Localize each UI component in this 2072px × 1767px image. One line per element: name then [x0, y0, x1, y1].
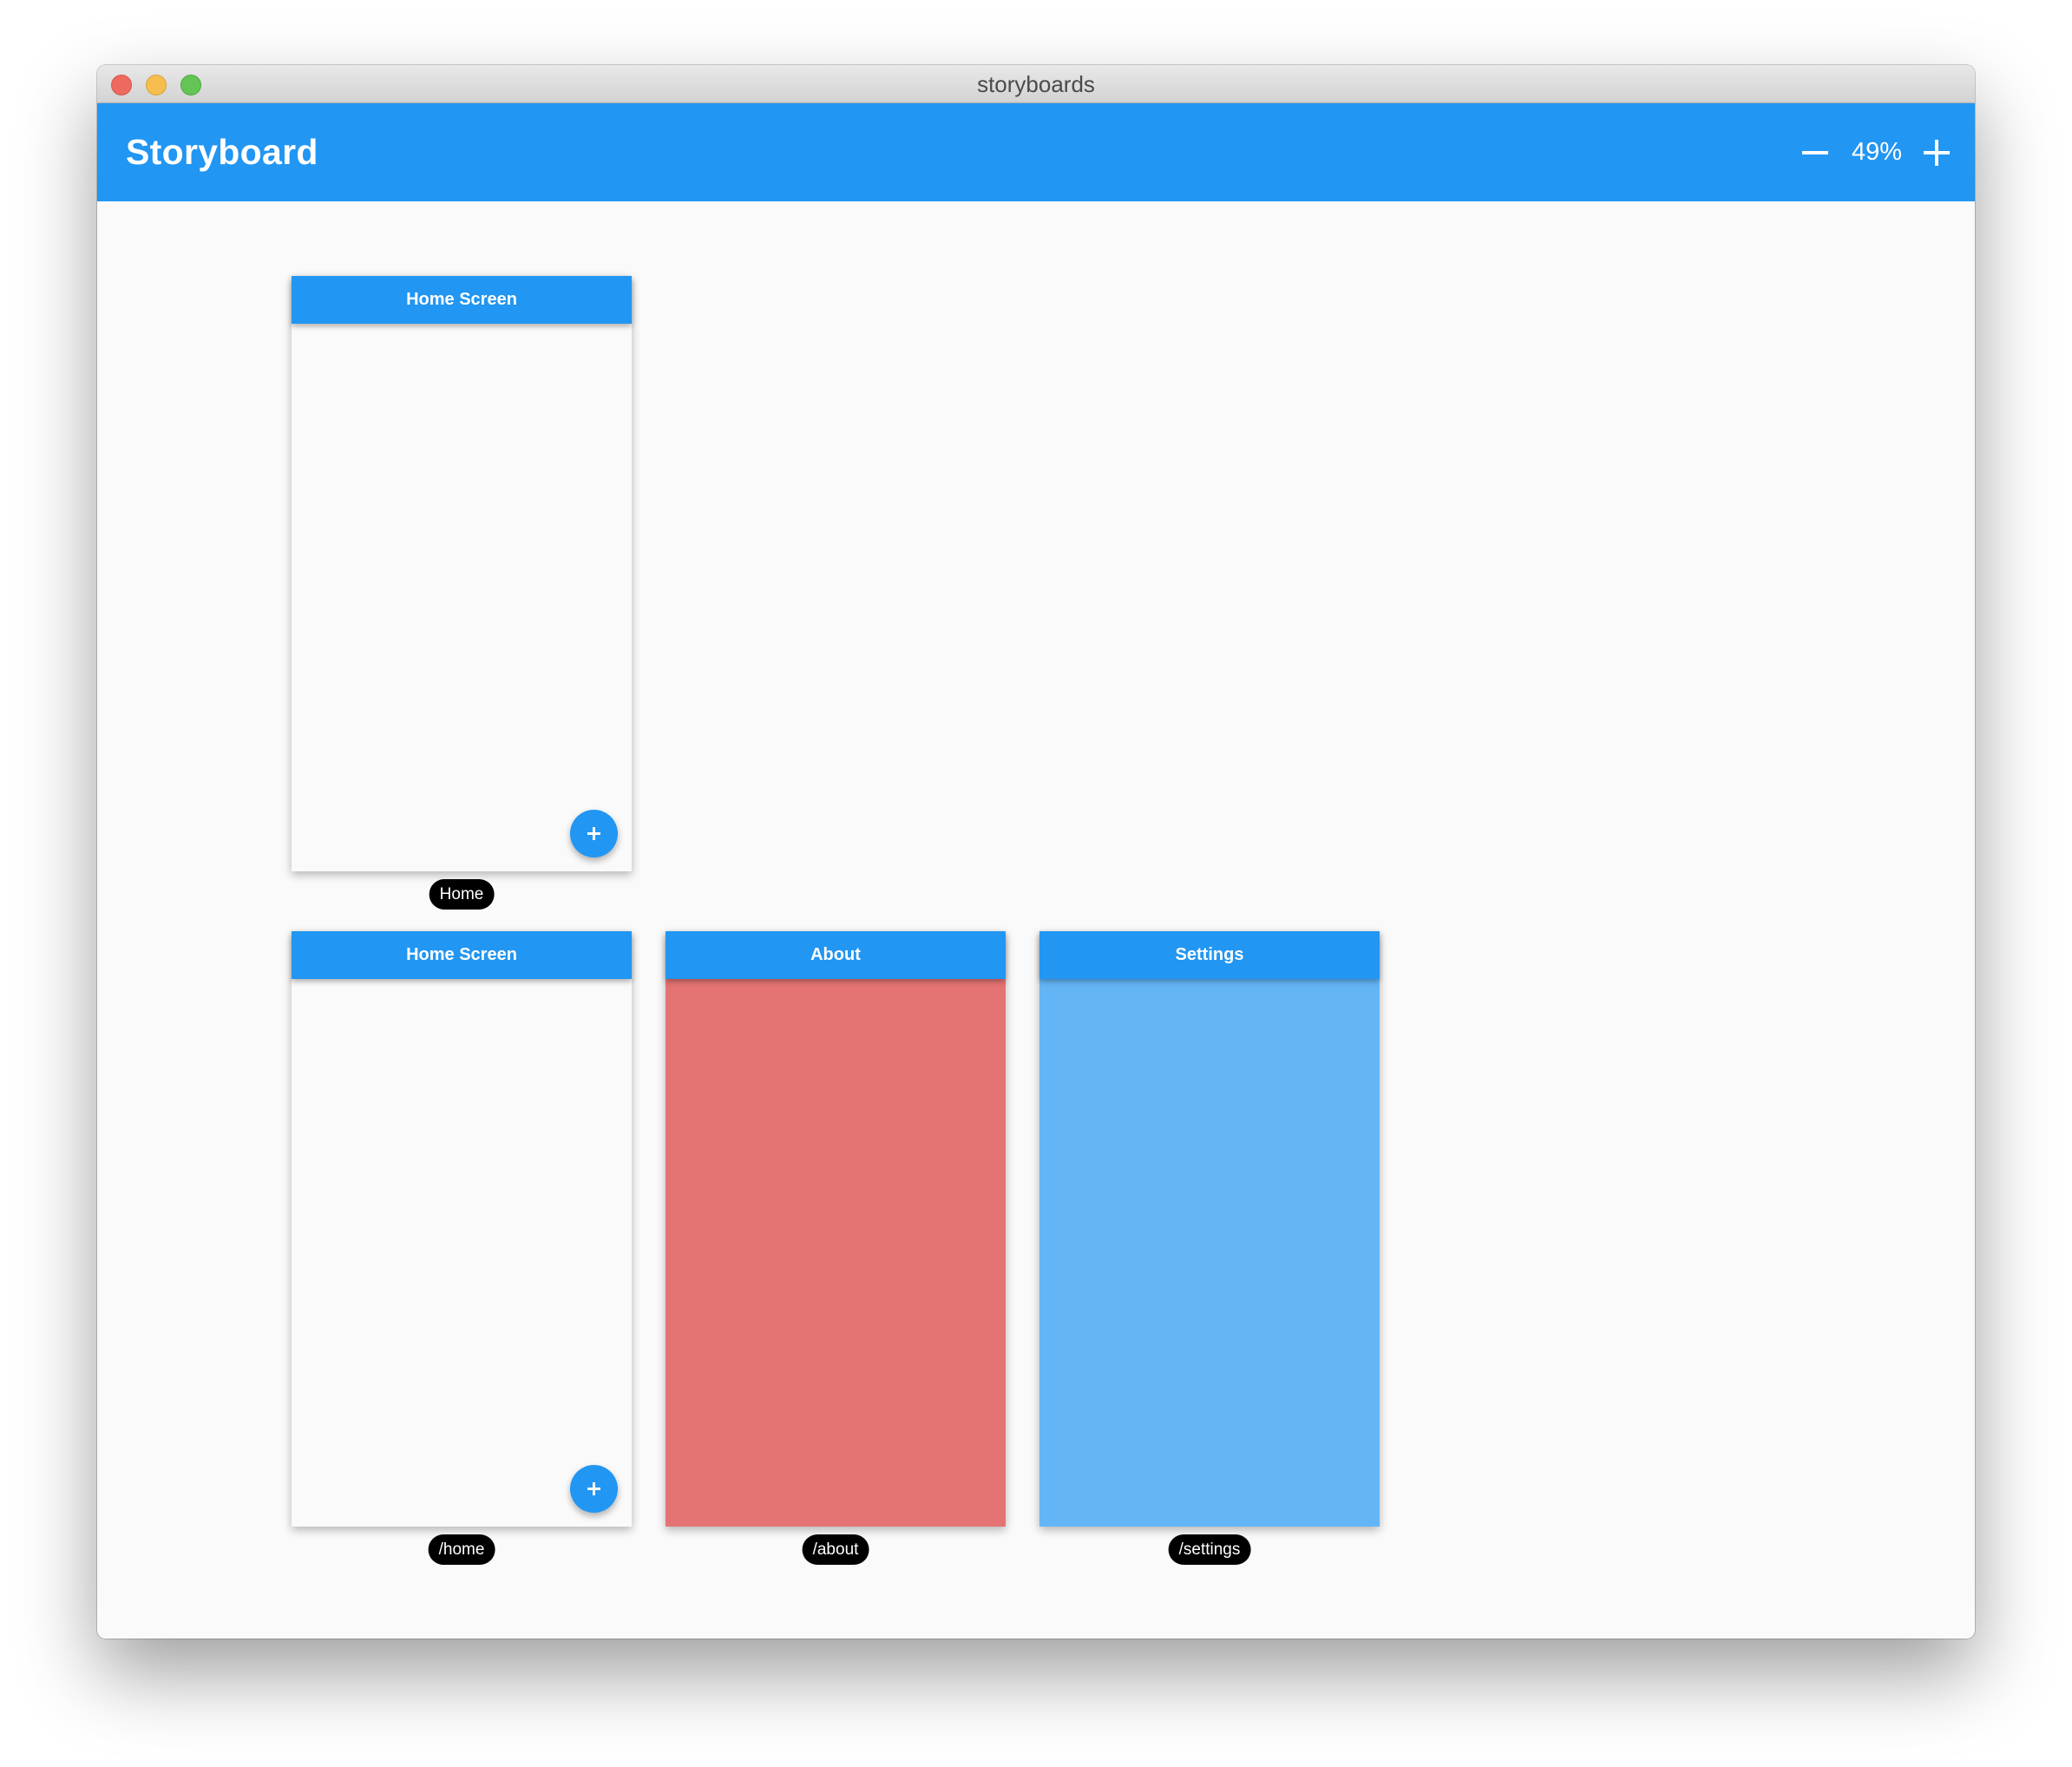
app-window: storyboards Storyboard 49% Home Screen H…: [97, 65, 1975, 1639]
screen-body: [292, 324, 632, 871]
screen-header: About: [666, 931, 1006, 979]
route-label: /about: [802, 1534, 869, 1565]
route-label: /settings: [1168, 1534, 1251, 1565]
screen-header: Home Screen: [292, 931, 632, 979]
screen-preview-settings[interactable]: Settings: [1039, 931, 1380, 1527]
title-bar: storyboards: [97, 65, 1975, 103]
screen-header: Home Screen: [292, 276, 632, 324]
window-title: storyboards: [977, 71, 1095, 97]
route-label: Home: [429, 879, 495, 910]
zoom-controls: 49%: [1798, 103, 1954, 201]
screen-body: [666, 979, 1006, 1527]
fab-add-button[interactable]: [570, 1465, 618, 1513]
screen-body: [1039, 979, 1380, 1527]
zoom-level: 49%: [1851, 138, 1902, 166]
app-bar: Storyboard 49%: [97, 103, 1975, 201]
zoom-in-button[interactable]: [1919, 135, 1954, 170]
route-label: /home: [428, 1534, 495, 1565]
screen-header: Settings: [1039, 931, 1380, 979]
screen-preview-home-route[interactable]: Home Screen: [292, 931, 632, 1527]
screen-body: [292, 979, 632, 1527]
app-title: Storyboard: [126, 132, 318, 172]
zoom-out-button[interactable]: [1798, 135, 1833, 170]
fab-add-button[interactable]: [570, 810, 618, 857]
storyboard-canvas[interactable]: Home Screen Home Home Screen /home About…: [97, 201, 1975, 1639]
screen-preview-home[interactable]: Home Screen: [292, 276, 632, 871]
screen-preview-about[interactable]: About: [666, 931, 1006, 1527]
